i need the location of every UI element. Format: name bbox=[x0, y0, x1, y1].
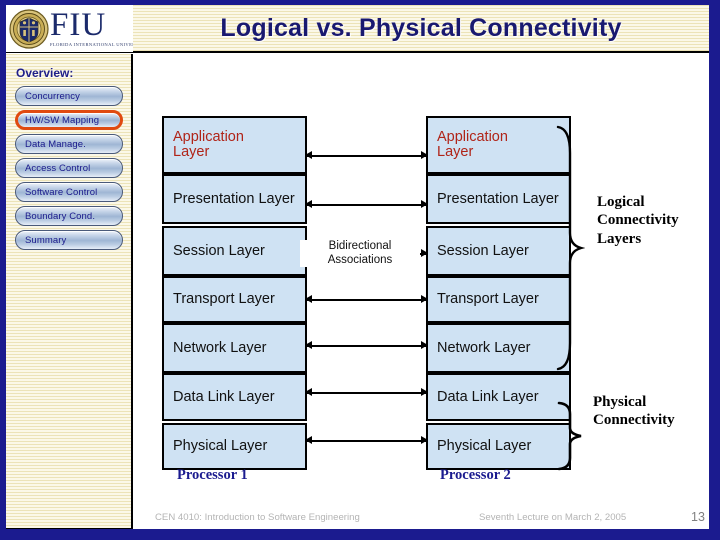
bidirectional-associations-caption: Bidirectional Associations bbox=[300, 240, 420, 268]
association-arrow-application bbox=[305, 151, 428, 160]
slide-frame-left bbox=[0, 0, 6, 540]
layer-label: Application Layer bbox=[437, 129, 508, 160]
physical-connectivity-label: Physical Connectivity bbox=[593, 394, 675, 429]
association-arrow-network bbox=[305, 341, 428, 350]
sidebar-item-label: Data Manage. bbox=[25, 138, 86, 150]
sidebar-heading: Overview: bbox=[16, 66, 74, 80]
slide-body: Application Layer Presentation Layer Ses… bbox=[135, 55, 709, 529]
layer-label: Network Layer bbox=[173, 339, 267, 356]
processor-1-caption: Processor 1 bbox=[177, 467, 248, 483]
layer-label: Transport Layer bbox=[437, 291, 539, 308]
layer-label: Session Layer bbox=[437, 242, 529, 259]
processor-2-caption: Processor 2 bbox=[440, 467, 511, 483]
sidebar-item-label: Access Control bbox=[25, 162, 91, 174]
sidebar-item-label: Summary bbox=[25, 234, 67, 246]
association-arrow-data-link bbox=[305, 388, 428, 397]
sidebar-item-software-control[interactable]: Software Control bbox=[15, 182, 123, 202]
sidebar: Overview: Concurrency HW/SW Mapping Data… bbox=[6, 54, 133, 529]
logical-connectivity-brace-icon bbox=[556, 125, 585, 371]
layer-label: Data Link Layer bbox=[173, 388, 275, 405]
footer-lecture-label: Seventh Lecture on March 2, 2005 bbox=[479, 511, 627, 523]
layer-box-data-link: Data Link Layer bbox=[162, 373, 307, 421]
layer-box-session: Session Layer bbox=[426, 226, 571, 276]
layer-label: Physical Layer bbox=[173, 438, 268, 455]
slide-footer: CEN 4010: Introduction to Software Engin… bbox=[135, 505, 709, 529]
layer-label: Network Layer bbox=[437, 339, 531, 356]
slide-frame-bottom bbox=[0, 529, 720, 540]
sidebar-item-data-manage[interactable]: Data Manage. bbox=[15, 134, 123, 154]
layer-label: Physical Layer bbox=[437, 438, 532, 455]
layer-box-application: Application Layer bbox=[426, 116, 571, 174]
fiu-logo: FIU FLORIDA INTERNATIONAL UNIVERSITY bbox=[6, 5, 133, 53]
slide-canvas: Logical vs. Physical Connectivity FIU FL… bbox=[0, 0, 720, 540]
sidebar-item-label: Software Control bbox=[25, 186, 98, 198]
page-title: Logical vs. Physical Connectivity bbox=[220, 13, 622, 42]
layer-label: Transport Layer bbox=[173, 291, 275, 308]
layer-box-transport: Transport Layer bbox=[426, 276, 571, 323]
footer-course-label: CEN 4010: Introduction to Software Engin… bbox=[155, 511, 360, 523]
sidebar-item-label: HW/SW Mapping bbox=[25, 114, 100, 126]
association-arrow-transport bbox=[305, 295, 428, 304]
association-arrow-physical bbox=[305, 436, 428, 445]
sidebar-item-boundary-cond[interactable]: Boundary Cond. bbox=[15, 206, 123, 226]
layer-label: Session Layer bbox=[173, 242, 265, 259]
sidebar-item-label: Boundary Cond. bbox=[25, 210, 96, 222]
fiu-acronym: FIU bbox=[50, 10, 107, 44]
sidebar-item-hwsw-mapping[interactable]: HW/SW Mapping bbox=[15, 110, 123, 130]
bidirectional-line1: Bidirectional bbox=[328, 240, 392, 252]
slide-page-number: 13 bbox=[691, 510, 705, 524]
sidebar-item-summary[interactable]: Summary bbox=[15, 230, 123, 250]
layer-box-application: Application Layer bbox=[162, 116, 307, 174]
physical-connectivity-brace-icon bbox=[557, 401, 582, 471]
association-arrow-presentation bbox=[305, 200, 428, 209]
title-band: Logical vs. Physical Connectivity bbox=[133, 5, 709, 53]
fiu-wordmark: FIU FLORIDA INTERNATIONAL UNIVERSITY bbox=[50, 10, 133, 46]
layer-box-network: Network Layer bbox=[162, 323, 307, 373]
fiu-subtitle: FLORIDA INTERNATIONAL UNIVERSITY bbox=[50, 41, 133, 47]
logical-connectivity-label: Logical Connectivity Layers bbox=[597, 194, 679, 247]
layer-box-session: Session Layer bbox=[162, 226, 307, 276]
layer-box-presentation: Presentation Layer bbox=[162, 174, 307, 224]
sidebar-item-label: Concurrency bbox=[25, 90, 80, 102]
layer-box-presentation: Presentation Layer bbox=[426, 174, 571, 224]
layer-label: Presentation Layer bbox=[437, 190, 559, 207]
layer-label: Data Link Layer bbox=[437, 388, 539, 405]
sidebar-item-concurrency[interactable]: Concurrency bbox=[15, 86, 123, 106]
bidirectional-line2: Associations bbox=[327, 253, 393, 266]
layer-box-physical: Physical Layer bbox=[426, 423, 571, 470]
layer-label: Presentation Layer bbox=[173, 190, 295, 207]
layer-box-physical: Physical Layer bbox=[162, 423, 307, 470]
slide-frame-right bbox=[709, 0, 720, 540]
layer-box-data-link: Data Link Layer bbox=[426, 373, 571, 421]
fiu-seal-icon bbox=[9, 8, 49, 49]
slide-frame-top bbox=[0, 0, 720, 5]
layer-box-transport: Transport Layer bbox=[162, 276, 307, 323]
layer-box-network: Network Layer bbox=[426, 323, 571, 373]
sidebar-item-access-control[interactable]: Access Control bbox=[15, 158, 123, 178]
layer-label: Application Layer bbox=[173, 129, 244, 160]
